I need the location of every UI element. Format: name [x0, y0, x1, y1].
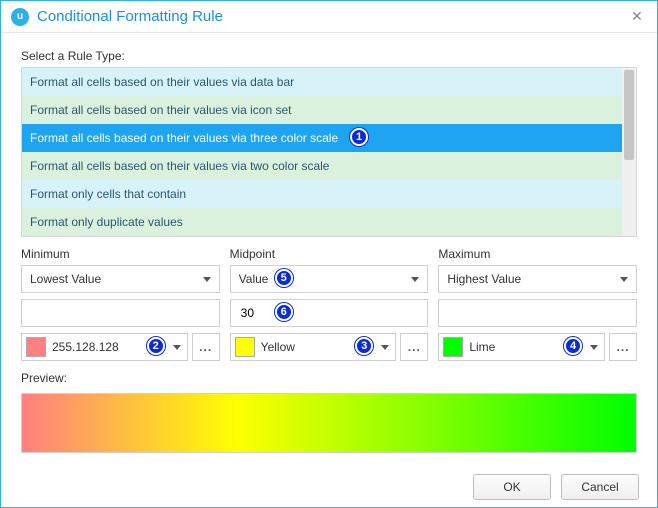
maximum-column: Maximum Highest Value Lime 4 ... — [438, 247, 637, 361]
midpoint-color-combo[interactable]: Yellow 3 — [230, 333, 397, 361]
midpoint-color-row: Yellow 3 ... — [230, 333, 429, 361]
midpoint-type-value: Value — [239, 272, 269, 286]
maximum-label: Maximum — [438, 247, 637, 261]
close-icon[interactable]: ✕ — [627, 7, 647, 27]
chevron-down-icon — [590, 345, 598, 350]
rule-type-list[interactable]: Format all cells based on their values v… — [22, 68, 622, 236]
midpoint-value-input[interactable]: 6 — [230, 299, 429, 327]
callout-2: 2 — [147, 337, 165, 355]
minimum-color-swatch — [26, 337, 46, 357]
maximum-color-combo[interactable]: Lime 4 — [438, 333, 605, 361]
app-icon: u — [11, 8, 29, 26]
preview-label: Preview: — [21, 371, 637, 385]
midpoint-label: Midpoint — [230, 247, 429, 261]
minimum-value-field[interactable] — [30, 305, 211, 321]
chevron-down-icon — [411, 277, 419, 282]
rule-type-item[interactable]: Format only cells that contain — [22, 180, 622, 208]
rule-type-item-selected[interactable]: Format all cells based on their values v… — [22, 124, 622, 152]
window-title: Conditional Formatting Rule — [37, 8, 627, 25]
chevron-down-icon — [173, 345, 181, 350]
select-rule-label: Select a Rule Type: — [21, 49, 637, 63]
scrollbar-thumb[interactable] — [624, 70, 634, 160]
callout-5: 5 — [275, 269, 293, 287]
chevron-down-icon — [203, 277, 211, 282]
maximum-type-value: Highest Value — [447, 272, 521, 286]
maximum-value-input[interactable] — [438, 299, 637, 327]
minimum-value-input[interactable] — [21, 299, 220, 327]
maximum-color-more-button[interactable]: ... — [609, 333, 637, 361]
midpoint-color-more-button[interactable]: ... — [400, 333, 428, 361]
minimum-color-label: 255.128.128 — [52, 340, 119, 354]
scale-columns: Minimum Lowest Value 255.128.128 2 ... — [21, 247, 637, 361]
maximum-type-combo[interactable]: Highest Value — [438, 265, 637, 293]
maximum-value-field[interactable] — [447, 305, 628, 321]
chevron-down-icon — [620, 277, 628, 282]
callout-3: 3 — [355, 337, 373, 355]
minimum-type-value: Lowest Value — [30, 272, 101, 286]
content: Select a Rule Type: Format all cells bas… — [1, 33, 657, 467]
midpoint-color-swatch — [235, 337, 255, 357]
rule-type-listbox: Format all cells based on their values v… — [21, 67, 637, 237]
minimum-color-row: 255.128.128 2 ... — [21, 333, 220, 361]
ok-button[interactable]: OK — [473, 474, 551, 500]
rule-type-item[interactable]: Format all cells based on their values v… — [22, 96, 622, 124]
scrollbar[interactable] — [622, 68, 636, 236]
footer: OK Cancel — [1, 467, 657, 507]
minimum-label: Minimum — [21, 247, 220, 261]
dialog-window: u Conditional Formatting Rule ✕ Select a… — [0, 0, 658, 508]
rule-type-item[interactable]: Format only duplicate values — [22, 208, 622, 236]
minimum-color-more-button[interactable]: ... — [192, 333, 220, 361]
maximum-color-label: Lime — [469, 340, 495, 354]
preview-gradient — [21, 393, 637, 453]
rule-type-item[interactable]: Format all cells based on their values v… — [22, 68, 622, 96]
chevron-down-icon — [381, 345, 389, 350]
minimum-type-combo[interactable]: Lowest Value — [21, 265, 220, 293]
titlebar: u Conditional Formatting Rule ✕ — [1, 1, 657, 33]
rule-type-item[interactable]: Format all cells based on their values v… — [22, 152, 622, 180]
minimum-column: Minimum Lowest Value 255.128.128 2 ... — [21, 247, 220, 361]
maximum-color-swatch — [443, 337, 463, 357]
midpoint-column: Midpoint Value 5 6 Yellow 3 — [230, 247, 429, 361]
callout-4: 4 — [564, 337, 582, 355]
cancel-button[interactable]: Cancel — [561, 474, 639, 500]
callout-1: 1 — [350, 128, 368, 146]
rule-type-item-label: Format all cells based on their values v… — [30, 131, 338, 145]
midpoint-color-label: Yellow — [261, 340, 295, 354]
maximum-color-row: Lime 4 ... — [438, 333, 637, 361]
minimum-color-combo[interactable]: 255.128.128 2 — [21, 333, 188, 361]
midpoint-value-field[interactable] — [239, 305, 420, 321]
midpoint-type-combo[interactable]: Value 5 — [230, 265, 429, 293]
